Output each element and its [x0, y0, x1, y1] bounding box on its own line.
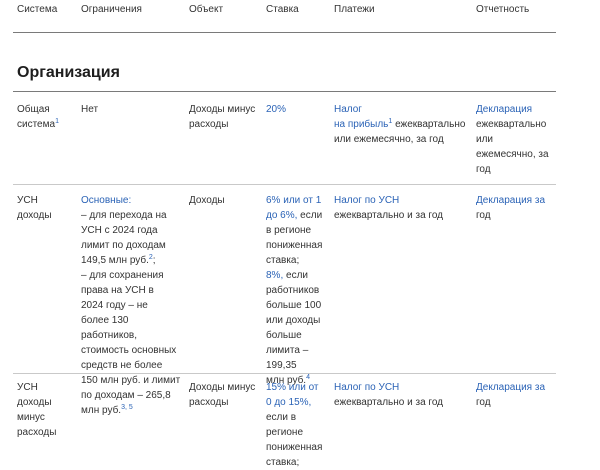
row1-system-l1: Общая: [17, 104, 50, 115]
row3-payments-text: ежеквартально и за год: [334, 397, 444, 408]
row2-payments-link[interactable]: Налог по УСН: [334, 195, 399, 206]
row2-limits-l2: – для перехода на: [81, 210, 167, 221]
row1-reporting-l2: ежеквартально: [476, 119, 547, 130]
header-object: Объект: [189, 4, 224, 15]
row1-payments-text1: ежеквартально: [392, 119, 466, 130]
row3-system-l3: минус: [17, 412, 45, 423]
row2-system-l1: УСН: [17, 195, 38, 206]
row2-limits-l10: работников,: [81, 330, 138, 341]
row2-rate-l12: 199,35: [266, 360, 297, 371]
row3-payments-link[interactable]: Налог по УСН: [334, 382, 399, 393]
row2-reporting-l2: год: [476, 210, 491, 221]
row1-reporting-l4: ежемесячно, за: [476, 149, 549, 160]
row2-rate-l7: работников: [266, 285, 320, 296]
row2-reporting-link[interactable]: Декларация: [476, 195, 532, 206]
row2-limits-l5: 149,5 млн руб.: [81, 255, 149, 266]
header-reporting: Отчетность: [476, 4, 530, 15]
row2-limits-l4: лимит по доходам: [81, 240, 166, 251]
row2-system: УСН доходы: [17, 193, 52, 223]
row3-reporting: Декларация за год: [476, 380, 545, 410]
row3-rate-l4: регионе: [266, 427, 304, 438]
row1-object-l1: Доходы минус: [189, 104, 256, 115]
row2-rate-l4: пониженная: [266, 240, 323, 251]
row3-system-l1: УСН: [17, 382, 38, 393]
row1-payments-text2: или ежемесячно, за год: [334, 134, 444, 145]
row2-rate-link-l2[interactable]: до 6%,: [266, 210, 297, 221]
row3-rate-l6: ставка;: [266, 457, 300, 468]
row2-rate-l10: больше: [266, 330, 302, 341]
row3-reporting-link-tail[interactable]: за: [532, 382, 545, 393]
row2-limits-l9: более 130: [81, 315, 129, 326]
row2-rate-l9: или доходы: [266, 315, 321, 326]
row1-payments-link-l2[interactable]: на прибыль: [334, 119, 388, 130]
row2-reporting: Декларация за год: [476, 193, 545, 223]
row3-system-l2: доходы: [17, 397, 52, 408]
row2-divider: [13, 373, 556, 374]
row2-limits-l8: 2024 году – не: [81, 300, 148, 311]
row2-rate-l2-tail: если: [297, 210, 323, 221]
row3-reporting-l2: год: [476, 397, 491, 408]
row2-rate-l8: больше 100: [266, 300, 322, 311]
header-payments: Платежи: [334, 4, 375, 15]
row1-system: Общая система1: [17, 102, 59, 132]
row1-payments: Налог на прибыль1 ежеквартально или ежем…: [334, 102, 465, 147]
row3-rate: 15% или от 0 до 15%, если в регионе пони…: [266, 380, 322, 470]
row1-reporting-link[interactable]: Декларация: [476, 104, 532, 115]
row2-rate-link-l1[interactable]: 6% или от 1: [266, 195, 321, 206]
row1-system-footnote[interactable]: 1: [55, 118, 59, 125]
row1-reporting-l5: год: [476, 164, 491, 175]
row2-limits-footnote-3-5[interactable]: 3, 5: [121, 404, 133, 411]
header-limits: Ограничения: [81, 4, 142, 15]
row3-system-l4: расходы: [17, 427, 57, 438]
row3-rate-l5: пониженная: [266, 442, 323, 453]
row2-rate-l6-tail: если: [283, 270, 308, 281]
row2-payments: Налог по УСН ежеквартально и за год: [334, 193, 443, 223]
row2-reporting-link-tail[interactable]: за: [532, 195, 545, 206]
row2-limits-l15: млн руб.: [81, 405, 122, 416]
row3-payments: Налог по УСН ежеквартально и за год: [334, 380, 443, 410]
row2-rate-l11: лимита –: [266, 345, 309, 356]
row1-object: Доходы минус расходы: [189, 102, 255, 132]
row2-limits-l3: УСН с 2024 года: [81, 225, 158, 236]
row2-limits-l11: стоимость основных: [81, 345, 177, 356]
row1-limits: Нет: [81, 104, 99, 115]
row3-rate-l3: если в: [266, 412, 297, 423]
header-rate: Ставка: [266, 4, 299, 15]
row2-system-l2: доходы: [17, 210, 52, 221]
row3-reporting-link[interactable]: Декларация: [476, 382, 532, 393]
section-title: Организация: [17, 64, 120, 81]
row1-rate-link[interactable]: 20%: [266, 102, 286, 117]
row2-rate-l5: ставка;: [266, 255, 300, 266]
row2-rate-l3: в регионе: [266, 225, 312, 236]
row2-limits: Основные: – для перехода на УСН с 2024 г…: [81, 193, 185, 418]
row2-limits-l6: – для сохранения: [81, 270, 164, 281]
row3-system: УСН доходы минус расходы: [17, 380, 56, 440]
row3-object-l2: расходы: [189, 397, 229, 408]
row1-object-l2: расходы: [189, 119, 229, 130]
row2-limits-link[interactable]: Основные:: [81, 195, 131, 206]
header-divider: [13, 32, 556, 33]
row3-object: Доходы минус расходы: [189, 380, 255, 410]
row2-object: Доходы: [189, 195, 225, 206]
row3-rate-link-l2[interactable]: 0 до 15%,: [266, 397, 311, 408]
row1-reporting-l3: или: [476, 134, 494, 145]
row2-rate-link-l6[interactable]: 8%,: [266, 270, 283, 281]
row1-system-l2: система: [17, 119, 56, 130]
row2-limits-l7: права на УСН в: [81, 285, 154, 296]
row1-payments-link-l1[interactable]: Налог: [334, 104, 362, 115]
row1-reporting: Декларация ежеквартально или ежемесячно,…: [476, 102, 549, 177]
row2-limits-l13: 150 млн руб. и лимит: [81, 375, 181, 386]
section-divider: [13, 91, 556, 92]
row3-object-l1: Доходы минус: [189, 382, 256, 393]
row2-payments-text: ежеквартально и за год: [334, 210, 444, 221]
row2-rate: 6% или от 1 до 6%, если в регионе пониже…: [266, 193, 330, 388]
row3-rate-link-l1[interactable]: 15% или от: [266, 382, 319, 393]
header-system: Система: [17, 4, 58, 15]
row1-divider: [13, 184, 556, 185]
row2-limits-l14: по доходам – 265,8: [81, 390, 171, 401]
row2-limits-l5-tail: ;: [152, 255, 156, 266]
row2-limits-l12: средств не более: [81, 360, 163, 371]
